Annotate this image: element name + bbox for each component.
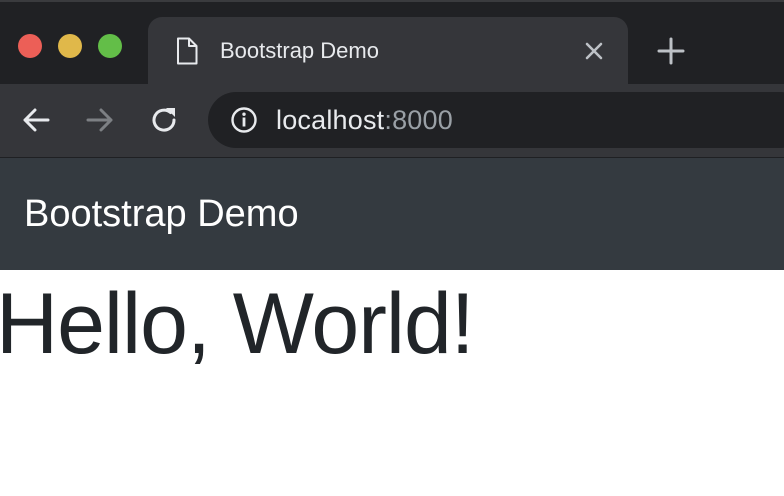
- plus-icon[interactable]: [656, 36, 686, 66]
- browser-window: Bootstrap Demo localhost:8000 Bootstrap …: [0, 0, 784, 496]
- arrow-left-icon[interactable]: [20, 104, 52, 136]
- tab-active[interactable]: Bootstrap Demo: [148, 17, 628, 86]
- navbar-brand[interactable]: Bootstrap Demo: [24, 192, 299, 236]
- browser-toolbar: localhost:8000: [0, 84, 784, 158]
- address-bar[interactable]: localhost:8000: [208, 92, 784, 148]
- window-close-button[interactable]: [18, 34, 42, 58]
- window-minimize-button[interactable]: [58, 34, 82, 58]
- page-heading: Hello, World!: [0, 276, 475, 372]
- navbar: Bootstrap Demo: [0, 158, 784, 270]
- info-icon[interactable]: [230, 106, 258, 134]
- tab-strip: Bootstrap Demo: [0, 0, 784, 86]
- reload-icon[interactable]: [148, 104, 180, 136]
- window-maximize-button[interactable]: [98, 34, 122, 58]
- url-host: localhost: [276, 105, 385, 135]
- url-text: localhost:8000: [276, 105, 453, 135]
- file-icon: [177, 37, 198, 65]
- close-icon[interactable]: [580, 37, 608, 65]
- page-viewport: Bootstrap Demo Hello, World!: [0, 158, 784, 496]
- tab-title: Bootstrap Demo: [220, 38, 379, 63]
- arrow-right-icon[interactable]: [84, 104, 116, 136]
- url-port: :8000: [384, 105, 453, 135]
